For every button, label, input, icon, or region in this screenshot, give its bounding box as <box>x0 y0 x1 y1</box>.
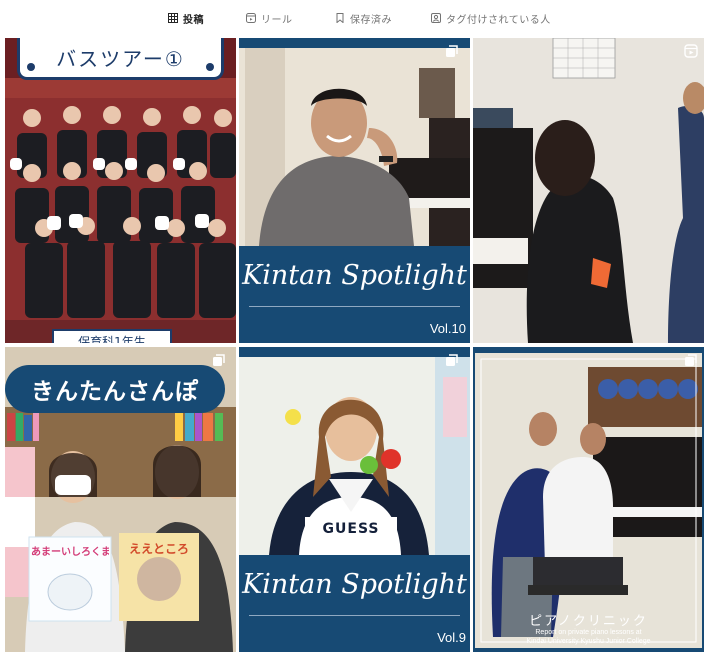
post-spotlight-vol9[interactable]: GUESS Kintan Spotlight Vol.9 <box>239 347 470 652</box>
post-subtitle: Report on private piano lessons at <box>535 629 642 636</box>
tab-label: 保存済み <box>350 14 392 26</box>
piano-lesson-image <box>473 38 704 343</box>
post-title: バスツアー① <box>56 47 185 71</box>
piano-clinic-image <box>473 347 704 652</box>
multi-photo-icon <box>446 45 458 57</box>
banner-dot-left <box>27 63 35 71</box>
group-photo-image <box>5 38 236 343</box>
multi-photo-icon <box>685 354 697 366</box>
teacher-photo-image <box>239 38 470 246</box>
banner-dot-right <box>206 63 214 71</box>
reels-icon <box>246 13 256 23</box>
spotlight-underline <box>249 306 460 307</box>
post-title: ピアノクリニック <box>529 614 648 629</box>
profile-tabs: 投稿 リール 保存済み タグ付けされている人 <box>0 0 709 36</box>
tagged-icon <box>431 13 441 23</box>
post-title: Kintan Spotlight <box>242 260 467 291</box>
book-title-right: ええところ <box>128 542 189 556</box>
tab-posts[interactable]: 投稿 <box>168 10 204 26</box>
spotlight-underline <box>249 615 460 616</box>
post-title: Kintan Spotlight <box>242 569 467 600</box>
tab-reels[interactable]: リール <box>246 10 293 26</box>
tab-label: タグ付けされている人 <box>446 14 551 26</box>
post-caption: 保育科1年生 <box>78 335 146 343</box>
multi-photo-icon <box>213 354 225 366</box>
post-spotlight-vol10[interactable]: Kintan Spotlight Vol.10 <box>239 38 470 343</box>
post-bus-tour[interactable]: バスツアー① 保育科1年生 <box>5 38 236 343</box>
tab-label: リール <box>261 14 293 26</box>
multi-photo-icon <box>446 354 458 366</box>
bookmark-icon <box>336 13 344 23</box>
post-piano-clinic[interactable]: ピアノクリニック Report on private piano lessons… <box>473 347 704 652</box>
sanpo-title-bubble: きんたんさんぽ <box>5 365 225 413</box>
tab-tagged[interactable]: タグ付けされている人 <box>431 10 551 26</box>
book-title-left: あまーいしろくま <box>31 547 109 558</box>
post-title-banner: バスツアー① <box>17 38 224 80</box>
post-kintan-sanpo[interactable]: きんたんさんぽ あまーいしろくま ええところ <box>5 347 236 652</box>
post-subtitle-2: Kindai University Kyushu Junior College <box>526 638 651 645</box>
volume-label: Vol.10 <box>429 321 466 336</box>
post-title: きんたんさんぽ <box>31 379 199 405</box>
shirt-logo: GUESS <box>322 521 380 537</box>
tab-label: 投稿 <box>183 14 204 26</box>
volume-label: Vol.9 <box>437 630 466 645</box>
post-piano-reel[interactable] <box>473 38 704 343</box>
tab-saved[interactable]: 保存済み <box>335 10 392 26</box>
grid-icon <box>168 13 178 23</box>
reel-icon <box>684 44 698 58</box>
